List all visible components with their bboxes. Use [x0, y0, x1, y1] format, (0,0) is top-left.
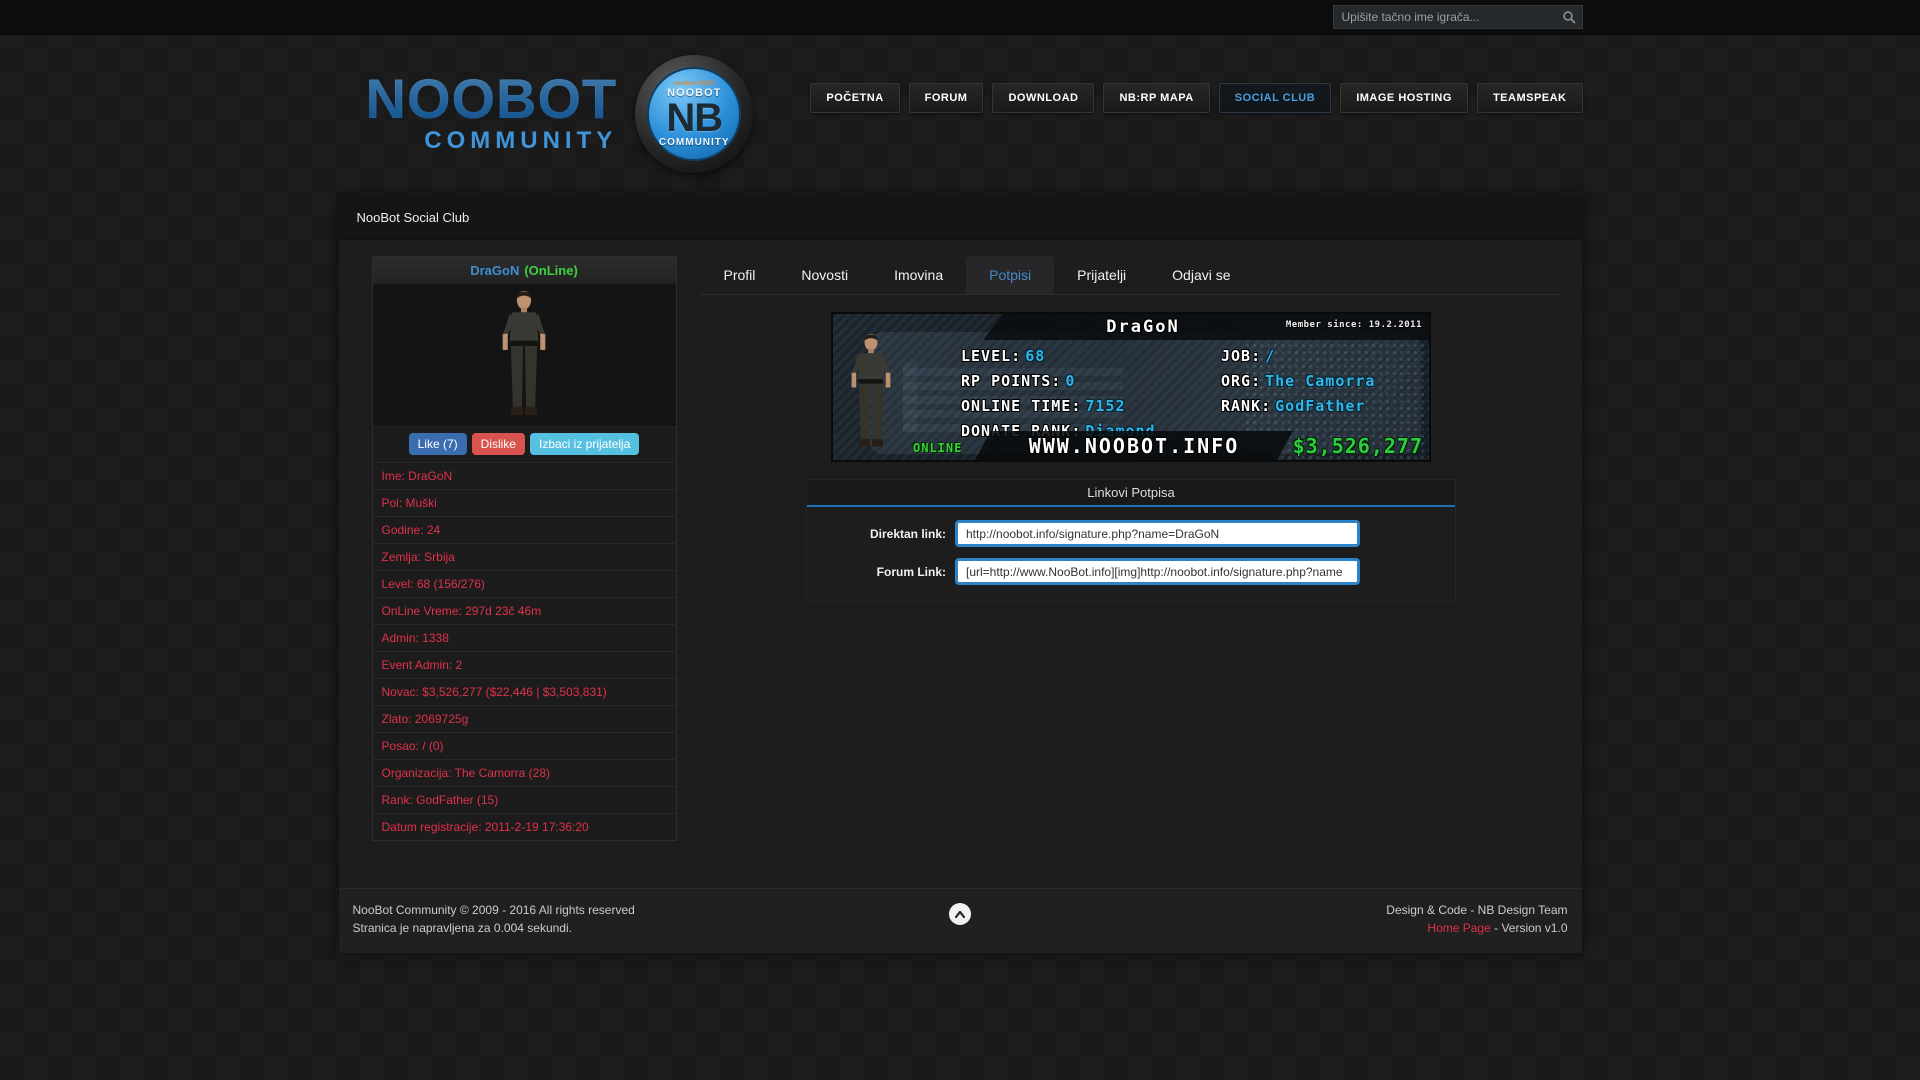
scroll-to-top-button[interactable] — [949, 903, 971, 925]
top-bar — [0, 0, 1920, 35]
breadcrumb: NooBot Social Club — [339, 196, 1582, 240]
signature-right-stats: JOB:/ ORG:The Camorra RANK:GodFather — [1221, 346, 1375, 421]
footer-generation-time: Stranica je napravljena za 0.004 sekundi… — [353, 919, 635, 937]
sig-online-time-label: ONLINE TIME: — [961, 397, 1081, 415]
sig-level-value: 68 — [1025, 347, 1045, 365]
forum-link-input[interactable] — [955, 558, 1360, 585]
footer-home-link[interactable]: Home Page — [1427, 921, 1490, 935]
logo-badge: noobot.INFO NOOBOT NB COMMUNITY — [635, 55, 753, 173]
signature-site-band: WWW.NOOBOT.INFO — [975, 431, 1293, 460]
like-button[interactable]: Like (7) — [409, 433, 467, 455]
logo-subtitle: COMMUNITY — [366, 129, 618, 153]
forum-link-label: Forum Link: — [817, 565, 955, 579]
remove-friend-button[interactable]: Izbaci iz prijatelja — [530, 433, 639, 455]
stat-event-admin: Event Admin: 2 — [373, 652, 676, 679]
signature-links-panel: Linkovi Potpisa Direktan link: Forum Lin… — [806, 479, 1456, 602]
tab-imovina[interactable]: Imovina — [871, 256, 966, 294]
links-panel-header: Linkovi Potpisa — [807, 480, 1455, 507]
badge-bottom-text: COMMUNITY — [659, 137, 730, 148]
stat-level: Level: 68 (156/276) — [373, 571, 676, 598]
stat-gender: Pol: Muški — [373, 490, 676, 517]
sig-rp-points-label: RP POINTS: — [961, 372, 1061, 390]
site-header: NOOBOT COMMUNITY noobot.INFO NOOBOT NB C… — [0, 35, 1920, 195]
site-footer: NooBot Community © 2009 - 2016 All right… — [339, 888, 1582, 953]
sig-rank-value: GodFather — [1275, 397, 1365, 415]
signature-character-image — [843, 333, 899, 457]
nav-item-download[interactable]: DOWNLOAD — [992, 83, 1094, 113]
search-icon[interactable] — [1562, 10, 1576, 24]
sig-org-value: The Camorra — [1265, 372, 1375, 390]
direct-link-input[interactable] — [955, 520, 1360, 547]
nav-item-nbrp-mapa[interactable]: NB:RP MAPA — [1103, 83, 1209, 113]
stat-name: Ime: DraGoN — [373, 463, 676, 490]
profile-name: DraGoN — [470, 263, 519, 278]
profile-status: (OnLine) — [524, 263, 577, 278]
main-navigation: POČETNA FORUM DOWNLOAD NB:RP MAPA SOCIAL… — [810, 83, 1582, 113]
footer-copyright: NooBot Community © 2009 - 2016 All right… — [353, 901, 635, 919]
sig-job-value: / — [1265, 347, 1275, 365]
badge-initials: NB — [666, 99, 722, 137]
signature-member-since: Member since: 19.2.2011 — [1286, 320, 1422, 330]
player-character-image — [493, 290, 555, 422]
dislike-button[interactable]: Dislike — [472, 433, 525, 455]
stat-online-time: OnLine Vreme: 297d 23č 46m — [373, 598, 676, 625]
stat-rank: Rank: GodFather (15) — [373, 787, 676, 814]
links-panel-title: Linkovi Potpisa — [1087, 485, 1174, 500]
stat-job: Posao: / (0) — [373, 733, 676, 760]
logo-title: NOOBOT — [366, 71, 618, 127]
signature-online-status: ONLINE — [913, 441, 962, 455]
nav-item-social-club[interactable]: SOCIAL CLUB — [1219, 83, 1331, 113]
stat-age: Godine: 24 — [373, 517, 676, 544]
sig-org-label: ORG: — [1221, 372, 1261, 390]
player-search[interactable] — [1333, 5, 1583, 29]
signature-player-name: DraGoN — [983, 317, 1303, 337]
main-content: Profil Novosti Imovina Potpisi Prijatelj… — [701, 256, 1562, 602]
stat-gold: Zlato: 2069725g — [373, 706, 676, 733]
footer-version: - Version v1.0 — [1491, 921, 1568, 935]
stat-organization: Organizacija: The Camorra (28) — [373, 760, 676, 787]
stat-money: Novac: $3,526,277 ($22,446 | $3,503,831) — [373, 679, 676, 706]
tab-novosti[interactable]: Novosti — [778, 256, 871, 294]
profile-header: DraGoN (OnLine) — [373, 257, 676, 285]
page-wrapper: NooBot Social Club DraGoN (OnLine) — [338, 195, 1583, 954]
breadcrumb-text: NooBot Social Club — [357, 210, 470, 225]
profile-actions: Like (7) Dislike Izbaci iz prijatelja — [373, 427, 676, 463]
nav-item-image-hosting[interactable]: IMAGE HOSTING — [1340, 83, 1468, 113]
footer-design-credit: Design & Code - NB Design Team — [1386, 901, 1567, 919]
search-input[interactable] — [1342, 10, 1562, 24]
profile-tabs: Profil Novosti Imovina Potpisi Prijatelj… — [701, 256, 1562, 295]
profile-avatar — [373, 285, 676, 427]
nav-item-teamspeak[interactable]: TEAMSPEAK — [1477, 83, 1583, 113]
signature-title-band: DraGoN Member since: 19.2.2011 — [983, 314, 1429, 340]
nav-item-forum[interactable]: FORUM — [909, 83, 984, 113]
tab-potpisi[interactable]: Potpisi — [966, 256, 1054, 294]
sig-level-label: LEVEL: — [961, 347, 1021, 365]
chevron-up-icon — [955, 911, 965, 918]
nav-item-pocetna[interactable]: POČETNA — [810, 83, 899, 113]
tab-odjavi-se[interactable]: Odjavi se — [1149, 256, 1253, 294]
sig-online-time-value: 7152 — [1085, 397, 1125, 415]
tab-prijatelji[interactable]: Prijatelji — [1054, 256, 1149, 294]
logo-wordmark: NOOBOT COMMUNITY — [366, 71, 618, 153]
signature-money: $3,526,277 — [1293, 434, 1423, 458]
sig-job-label: JOB: — [1221, 347, 1261, 365]
logo[interactable]: NOOBOT COMMUNITY noobot.INFO NOOBOT NB C… — [366, 57, 754, 173]
sig-rank-label: RANK: — [1221, 397, 1271, 415]
profile-sidebar: DraGoN (OnLine) — [372, 256, 677, 841]
stat-admin: Admin: 1338 — [373, 625, 676, 652]
signature-banner: DraGoN Member since: 19.2.2011 LEVEL:68 … — [831, 312, 1431, 462]
signature-site-url: WWW.NOOBOT.INFO — [1029, 434, 1240, 458]
tab-profil[interactable]: Profil — [701, 256, 779, 294]
sig-rp-points-value: 0 — [1065, 372, 1075, 390]
stat-country: Zemlja: Srbija — [373, 544, 676, 571]
stat-registration-date: Datum registracije: 2011-2-19 17:36:20 — [373, 814, 676, 840]
direct-link-label: Direktan link: — [817, 527, 955, 541]
